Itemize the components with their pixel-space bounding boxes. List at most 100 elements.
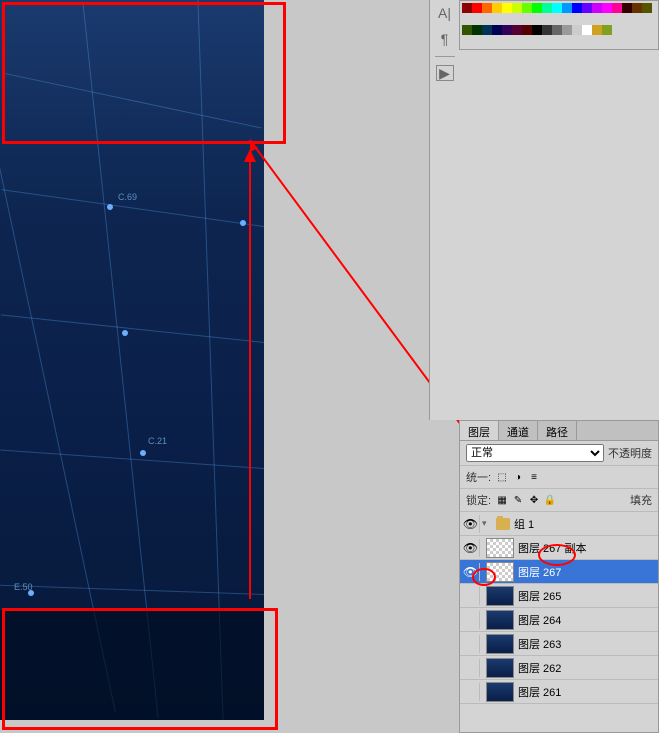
swatch[interactable] bbox=[542, 3, 552, 13]
unify-style-icon[interactable]: ≡ bbox=[527, 470, 541, 484]
swatch[interactable] bbox=[552, 25, 562, 35]
grid-label: E.50 bbox=[14, 582, 33, 592]
layer-name[interactable]: 图层 261 bbox=[518, 684, 656, 700]
layer-row[interactable]: 👁 图层 267 bbox=[460, 560, 658, 584]
swatch[interactable] bbox=[612, 3, 622, 13]
canvas-document[interactable]: C.69 C.21 E.50 bbox=[0, 0, 264, 720]
swatch[interactable] bbox=[472, 25, 482, 35]
grid-label: C.69 bbox=[118, 192, 137, 202]
play-icon[interactable]: ▶ bbox=[436, 65, 454, 81]
layer-visibility-icon[interactable] bbox=[462, 587, 480, 605]
lock-row: 锁定: ▦ ✎ ✥ 🔒 填充 bbox=[460, 489, 658, 512]
swatch[interactable] bbox=[602, 25, 612, 35]
layer-thumbnail[interactable] bbox=[486, 682, 514, 702]
swatch[interactable] bbox=[572, 3, 582, 13]
swatch[interactable] bbox=[522, 3, 532, 13]
unify-label: 统一: bbox=[466, 469, 491, 485]
layer-row[interactable]: 图层 265 bbox=[460, 584, 658, 608]
swatch[interactable] bbox=[492, 25, 502, 35]
swatch[interactable] bbox=[592, 3, 602, 13]
layer-visibility-icon[interactable]: 👁 bbox=[462, 539, 480, 557]
lock-pixels-icon[interactable]: ✎ bbox=[511, 493, 525, 507]
layer-name[interactable]: 图层 265 bbox=[518, 588, 656, 604]
swatch[interactable] bbox=[482, 3, 492, 13]
tab-paths[interactable]: 路径 bbox=[538, 421, 577, 440]
layer-thumbnail[interactable] bbox=[486, 538, 514, 558]
paragraph-icon[interactable]: ¶ bbox=[436, 30, 454, 48]
blend-mode-row: 正常 不透明度 bbox=[460, 441, 658, 466]
lock-transparency-icon[interactable]: ▦ bbox=[495, 493, 509, 507]
swatch[interactable] bbox=[482, 25, 492, 35]
layer-row[interactable]: 图层 263 bbox=[460, 632, 658, 656]
swatch[interactable] bbox=[462, 25, 472, 35]
swatch[interactable] bbox=[622, 3, 632, 13]
swatch[interactable] bbox=[502, 25, 512, 35]
opacity-label: 不透明度 bbox=[608, 445, 652, 461]
swatch[interactable] bbox=[492, 3, 502, 13]
swatch[interactable] bbox=[582, 25, 592, 35]
fill-label: 填充 bbox=[630, 492, 652, 508]
swatch[interactable] bbox=[562, 25, 572, 35]
layer-thumbnail[interactable] bbox=[486, 634, 514, 654]
layer-name[interactable]: 图层 264 bbox=[518, 612, 656, 628]
swatch[interactable] bbox=[572, 25, 582, 35]
swatch[interactable] bbox=[512, 3, 522, 13]
layer-row[interactable]: 👁 图层 267 副本 bbox=[460, 536, 658, 560]
grid-label: C.21 bbox=[148, 436, 167, 446]
swatch[interactable] bbox=[502, 3, 512, 13]
layer-name[interactable]: 图层 267 副本 bbox=[518, 540, 656, 556]
divider bbox=[435, 56, 455, 57]
swatch[interactable] bbox=[512, 25, 522, 35]
layer-thumbnail[interactable] bbox=[486, 610, 514, 630]
type-tool-icon[interactable]: A| bbox=[436, 4, 454, 22]
unify-position-icon[interactable]: ⬚ bbox=[495, 470, 509, 484]
swatch[interactable] bbox=[522, 25, 532, 35]
swatch[interactable] bbox=[462, 3, 472, 13]
blend-mode-select[interactable]: 正常 bbox=[466, 444, 604, 462]
layer-visibility-icon[interactable] bbox=[462, 635, 480, 653]
layer-visibility-icon[interactable]: 👁 bbox=[462, 563, 480, 581]
layer-thumbnail[interactable] bbox=[486, 658, 514, 678]
lock-label: 锁定: bbox=[466, 492, 491, 508]
swatch[interactable] bbox=[532, 25, 542, 35]
layer-row[interactable]: 图层 262 bbox=[460, 656, 658, 680]
layer-name[interactable]: 组 1 bbox=[514, 516, 656, 532]
swatch[interactable] bbox=[552, 3, 562, 13]
layer-name[interactable]: 图层 267 bbox=[518, 564, 656, 580]
layer-row[interactable]: 👁▾ 组 1 bbox=[460, 512, 658, 536]
layer-row[interactable]: 图层 261 bbox=[460, 680, 658, 704]
swatch[interactable] bbox=[532, 3, 542, 13]
swatch[interactable] bbox=[602, 3, 612, 13]
swatch[interactable] bbox=[592, 25, 602, 35]
canvas-bottom-overlay bbox=[0, 610, 264, 720]
expand-arrow-icon[interactable]: ▾ bbox=[482, 518, 492, 529]
swatch[interactable] bbox=[642, 3, 652, 13]
right-gray-area bbox=[459, 50, 659, 420]
layer-thumbnail[interactable] bbox=[486, 586, 514, 606]
lock-all-icon[interactable]: 🔒 bbox=[543, 493, 557, 507]
layer-row[interactable]: 图层 264 bbox=[460, 608, 658, 632]
layers-panel: 图层 通道 路径 正常 不透明度 统一: ⬚ ◑ ≡ 锁定: ▦ ✎ ✥ 🔒 填… bbox=[459, 420, 659, 733]
canvas-area: C.69 C.21 E.50 bbox=[0, 0, 428, 733]
swatch[interactable] bbox=[562, 3, 572, 13]
layer-visibility-icon[interactable] bbox=[462, 683, 480, 701]
tab-layers[interactable]: 图层 bbox=[460, 421, 499, 440]
layer-name[interactable]: 图层 262 bbox=[518, 660, 656, 676]
tab-channels[interactable]: 通道 bbox=[499, 421, 538, 440]
options-sidebar: A| ¶ ▶ bbox=[429, 0, 459, 420]
swatch[interactable] bbox=[632, 3, 642, 13]
layer-visibility-icon[interactable]: 👁 bbox=[462, 515, 480, 533]
layer-visibility-icon[interactable] bbox=[462, 611, 480, 629]
layer-name[interactable]: 图层 263 bbox=[518, 636, 656, 652]
layer-visibility-icon[interactable] bbox=[462, 659, 480, 677]
swatches-panel bbox=[459, 0, 659, 50]
panel-tabs: 图层 通道 路径 bbox=[460, 421, 658, 441]
swatch[interactable] bbox=[582, 3, 592, 13]
layer-thumbnail[interactable] bbox=[486, 562, 514, 582]
unify-visibility-icon[interactable]: ◑ bbox=[511, 470, 525, 484]
swatch[interactable] bbox=[472, 3, 482, 13]
folder-icon bbox=[496, 518, 510, 530]
lock-position-icon[interactable]: ✥ bbox=[527, 493, 541, 507]
unify-row: 统一: ⬚ ◑ ≡ bbox=[460, 466, 658, 489]
swatch[interactable] bbox=[542, 25, 552, 35]
